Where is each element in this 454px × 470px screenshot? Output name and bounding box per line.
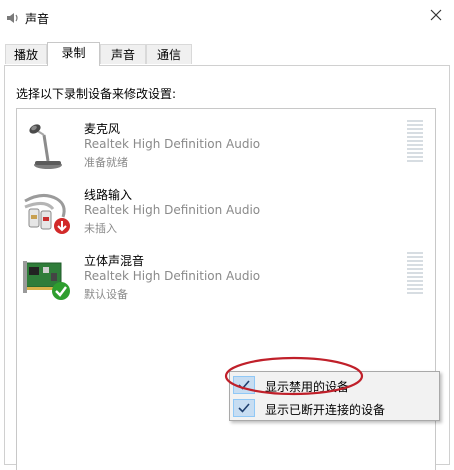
- tab-recording[interactable]: 录制: [47, 42, 100, 66]
- menu-item-show-disabled[interactable]: 显示禁用的设备: [230, 374, 439, 396]
- title-bar: 声音: [0, 0, 454, 36]
- instruction-text: 选择以下录制设备来修改设置:: [16, 87, 177, 101]
- device-item-line-in[interactable]: 线路输入 Realtek High Definition Audio 未插入: [17, 181, 435, 241]
- check-icon: [233, 376, 255, 394]
- tab-sounds[interactable]: 声音: [100, 44, 146, 64]
- check-icon: [233, 399, 255, 417]
- window-title: 声音: [25, 12, 50, 26]
- device-name: 线路输入: [84, 188, 133, 202]
- device-driver: Realtek High Definition Audio: [84, 203, 261, 217]
- level-meter: [407, 120, 423, 166]
- device-name: 立体声混音: [84, 254, 145, 268]
- tab-playback[interactable]: 播放: [5, 44, 47, 64]
- device-driver: Realtek High Definition Audio: [84, 137, 261, 151]
- device-status: 准备就绪: [84, 156, 128, 169]
- close-icon: [430, 9, 442, 21]
- sound-card-icon: [23, 253, 73, 303]
- default-check-icon: [51, 281, 71, 304]
- device-item-microphone[interactable]: 麦克风 Realtek High Definition Audio 准备就绪: [17, 115, 435, 175]
- microphone-icon: [23, 121, 73, 171]
- menu-item-label: 显示禁用的设备: [265, 380, 350, 394]
- menu-item-show-disconnected[interactable]: 显示已断开连接的设备: [230, 397, 439, 419]
- context-menu: 显示禁用的设备 显示已断开连接的设备: [229, 371, 440, 421]
- device-item-stereo-mix[interactable]: 立体声混音 Realtek High Definition Audio 默认设备: [17, 247, 435, 307]
- device-name: 麦克风: [84, 122, 121, 136]
- tab-strip: 播放 录制 声音 通信: [0, 42, 454, 66]
- speaker-icon: [6, 11, 20, 25]
- device-status: 默认设备: [84, 288, 128, 301]
- menu-item-label: 显示已断开连接的设备: [265, 403, 386, 417]
- tab-communications[interactable]: 通信: [146, 44, 192, 64]
- level-meter: [407, 252, 423, 298]
- close-button[interactable]: [422, 0, 454, 32]
- line-in-cable-icon: [23, 187, 73, 237]
- device-driver: Realtek High Definition Audio: [84, 269, 261, 283]
- unplugged-arrow-icon: [53, 217, 71, 238]
- device-status: 未插入: [84, 222, 117, 235]
